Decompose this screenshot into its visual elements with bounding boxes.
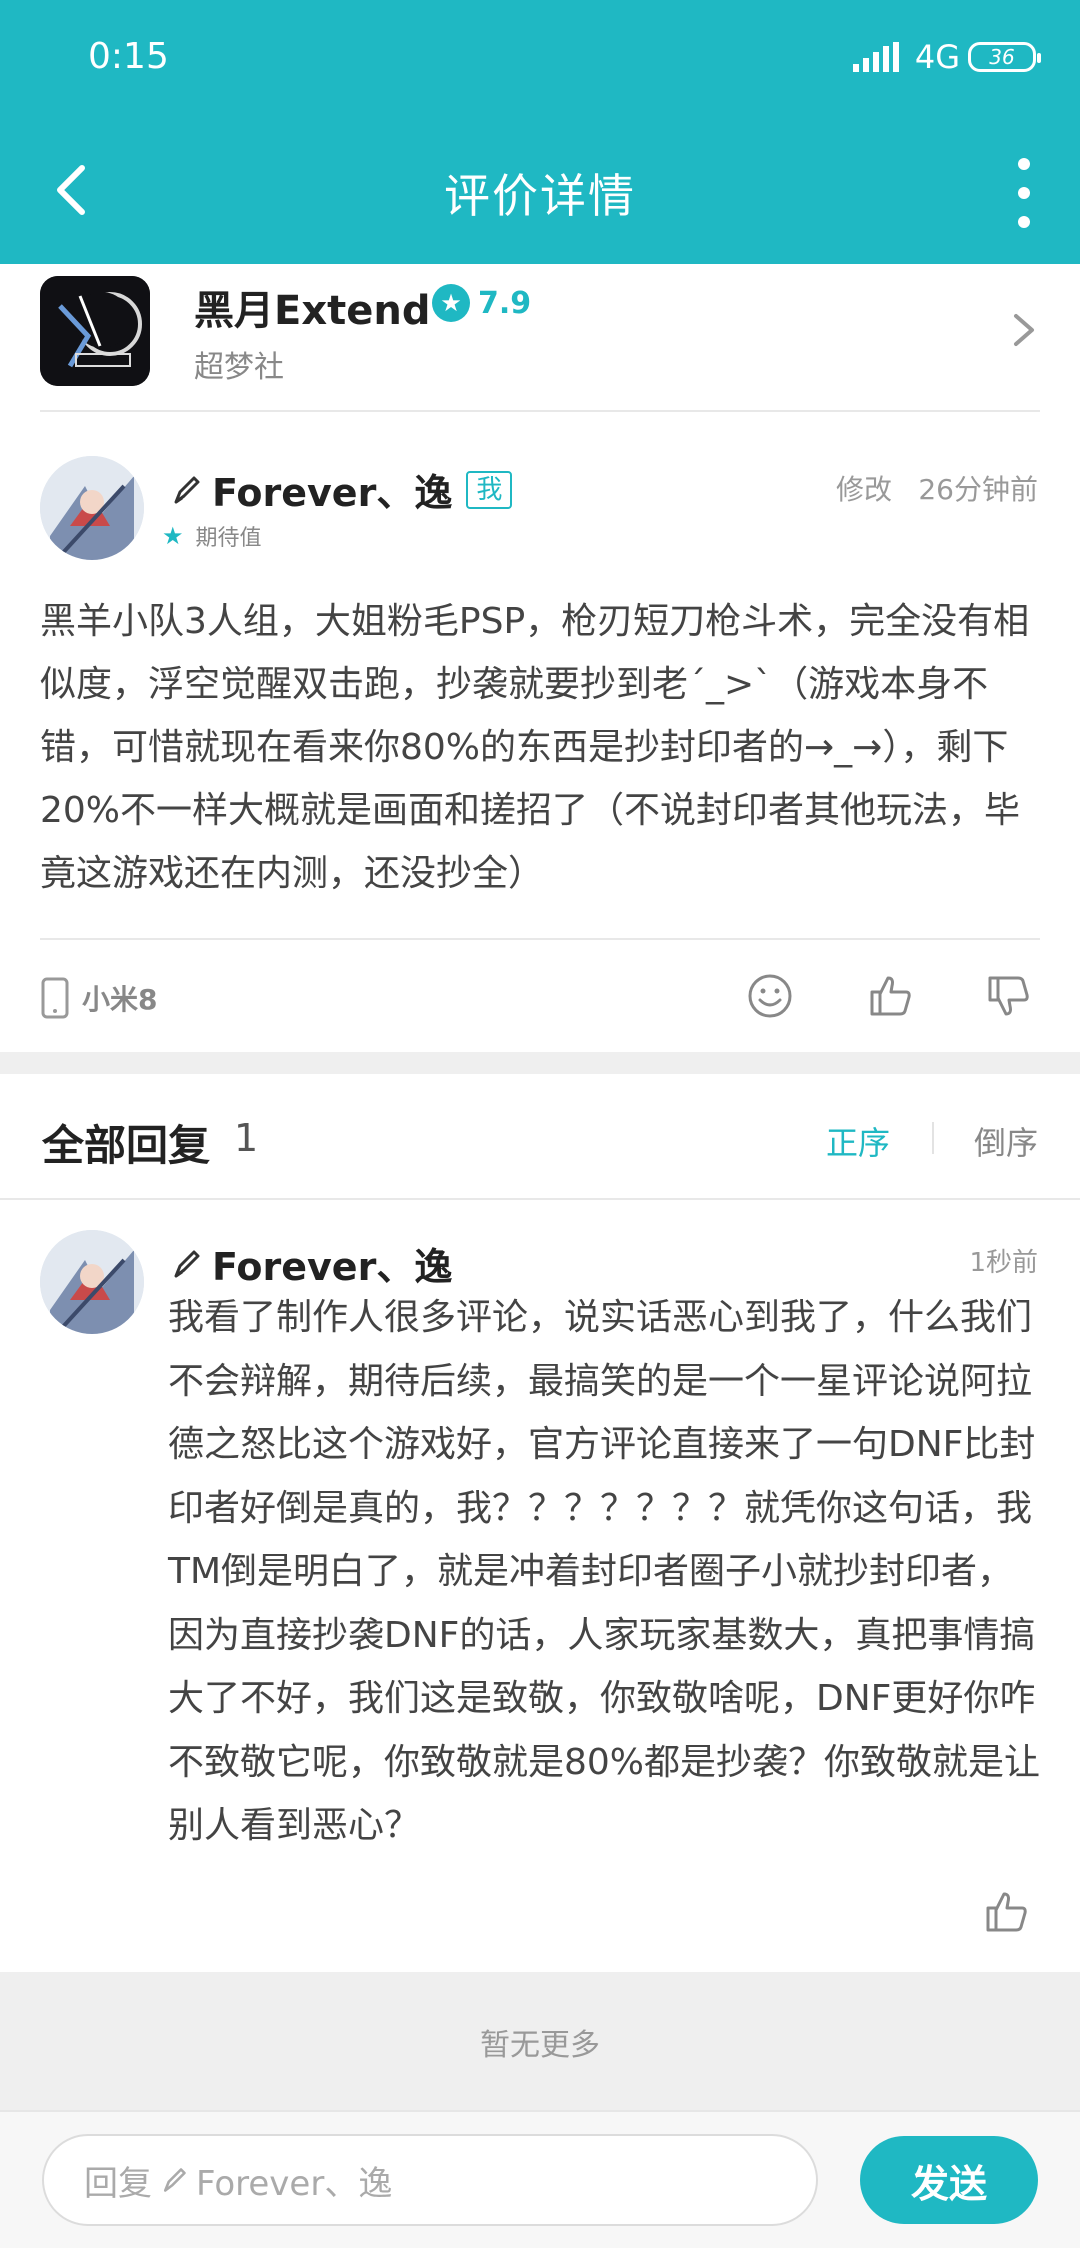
pen-icon — [174, 476, 200, 503]
replies-count: 1 — [234, 1116, 259, 1160]
edit-review-link[interactable]: 修改 — [836, 468, 892, 508]
review-author[interactable]: Forever、逸 我 — [170, 462, 513, 517]
status-time: 0:15 — [88, 36, 169, 77]
game-logo — [40, 276, 150, 386]
expect-rating: ★ 期待值 — [162, 520, 262, 552]
no-more-label: 暂无更多 — [480, 2028, 600, 2063]
reply-author[interactable]: Forever、逸 — [170, 1236, 452, 1291]
game-rating: ★ 7.9 — [432, 284, 531, 322]
sort-divider — [932, 1122, 934, 1154]
reply-text: 我看了制作人很多评论，说实话恶心到我了，什么我们不会辩解，期待后续，最搞笑的是一… — [168, 1297, 1041, 1846]
status-bar: 0:15 4G 36 — [0, 0, 1080, 118]
more-vertical-icon[interactable] — [1012, 158, 1036, 228]
emoji-icon[interactable] — [746, 972, 794, 1020]
sort-descending-tab[interactable]: 倒序 — [974, 1118, 1038, 1164]
phone-icon — [41, 977, 69, 1019]
game-info-row[interactable]: 黑月Extend ★ 7.9 超梦社 — [40, 264, 1040, 412]
device-name: 小米8 — [82, 983, 158, 1016]
replies-header: 全部回复 1 正序 倒序 — [0, 1074, 1080, 1200]
reply-placeholder-target: Forever、逸 — [196, 2163, 393, 2204]
game-name: 黑月Extend — [194, 288, 431, 334]
replies-title: 全部回复 — [42, 1121, 211, 1170]
game-publisher: 超梦社 — [194, 350, 284, 385]
battery-icon: 36 — [968, 42, 1041, 72]
network-label: 4G — [914, 38, 960, 76]
review-text: 黑羊小队3人组，大姐粉毛PSP，枪刃短刀枪斗术，完全没有相似度，浮空觉醒双击跑，… — [40, 601, 1030, 894]
reply-bar: 回复 Forever、逸 发送 — [0, 2110, 1080, 2248]
section-separator — [0, 1052, 1080, 1074]
star-icon: ★ — [432, 284, 470, 322]
send-button[interactable]: 发送 — [860, 2136, 1038, 2224]
avatar[interactable] — [40, 1230, 144, 1334]
avatar[interactable] — [40, 456, 144, 560]
rating-value: 7.9 — [478, 285, 532, 321]
expect-label: 期待值 — [195, 526, 262, 551]
chevron-right-icon — [1014, 314, 1034, 346]
star-icon: ★ — [162, 522, 184, 550]
page-title: 评价详情 — [444, 169, 636, 223]
thumbs-up-icon[interactable] — [866, 972, 914, 1020]
pen-icon — [163, 2168, 186, 2192]
signal-icon — [852, 42, 899, 72]
sort-ascending-tab[interactable]: 正序 — [826, 1118, 890, 1164]
device-info: 小米8 — [40, 976, 157, 1020]
reply-timestamp: 1秒前 — [969, 1248, 1038, 1278]
divider — [40, 938, 1040, 940]
reply-input[interactable]: 回复 Forever、逸 — [42, 2134, 818, 2226]
reply-placeholder-prefix: 回复 — [84, 2163, 152, 2204]
thumbs-down-icon[interactable] — [984, 972, 1032, 1020]
reply-author-name: Forever、逸 — [212, 1245, 453, 1289]
review-author-name: Forever、逸 — [212, 471, 453, 515]
app-header: 评价详情 — [0, 118, 1080, 264]
end-of-list: 暂无更多 — [0, 1972, 1080, 2110]
pen-icon — [174, 1250, 200, 1277]
thumbs-up-icon[interactable] — [982, 1888, 1030, 1936]
status-indicators: 4G 36 — [852, 38, 1041, 76]
battery-level: 36 — [989, 45, 1015, 69]
review-timestamp: 26分钟前 — [918, 473, 1038, 506]
me-badge: 我 — [466, 470, 513, 509]
